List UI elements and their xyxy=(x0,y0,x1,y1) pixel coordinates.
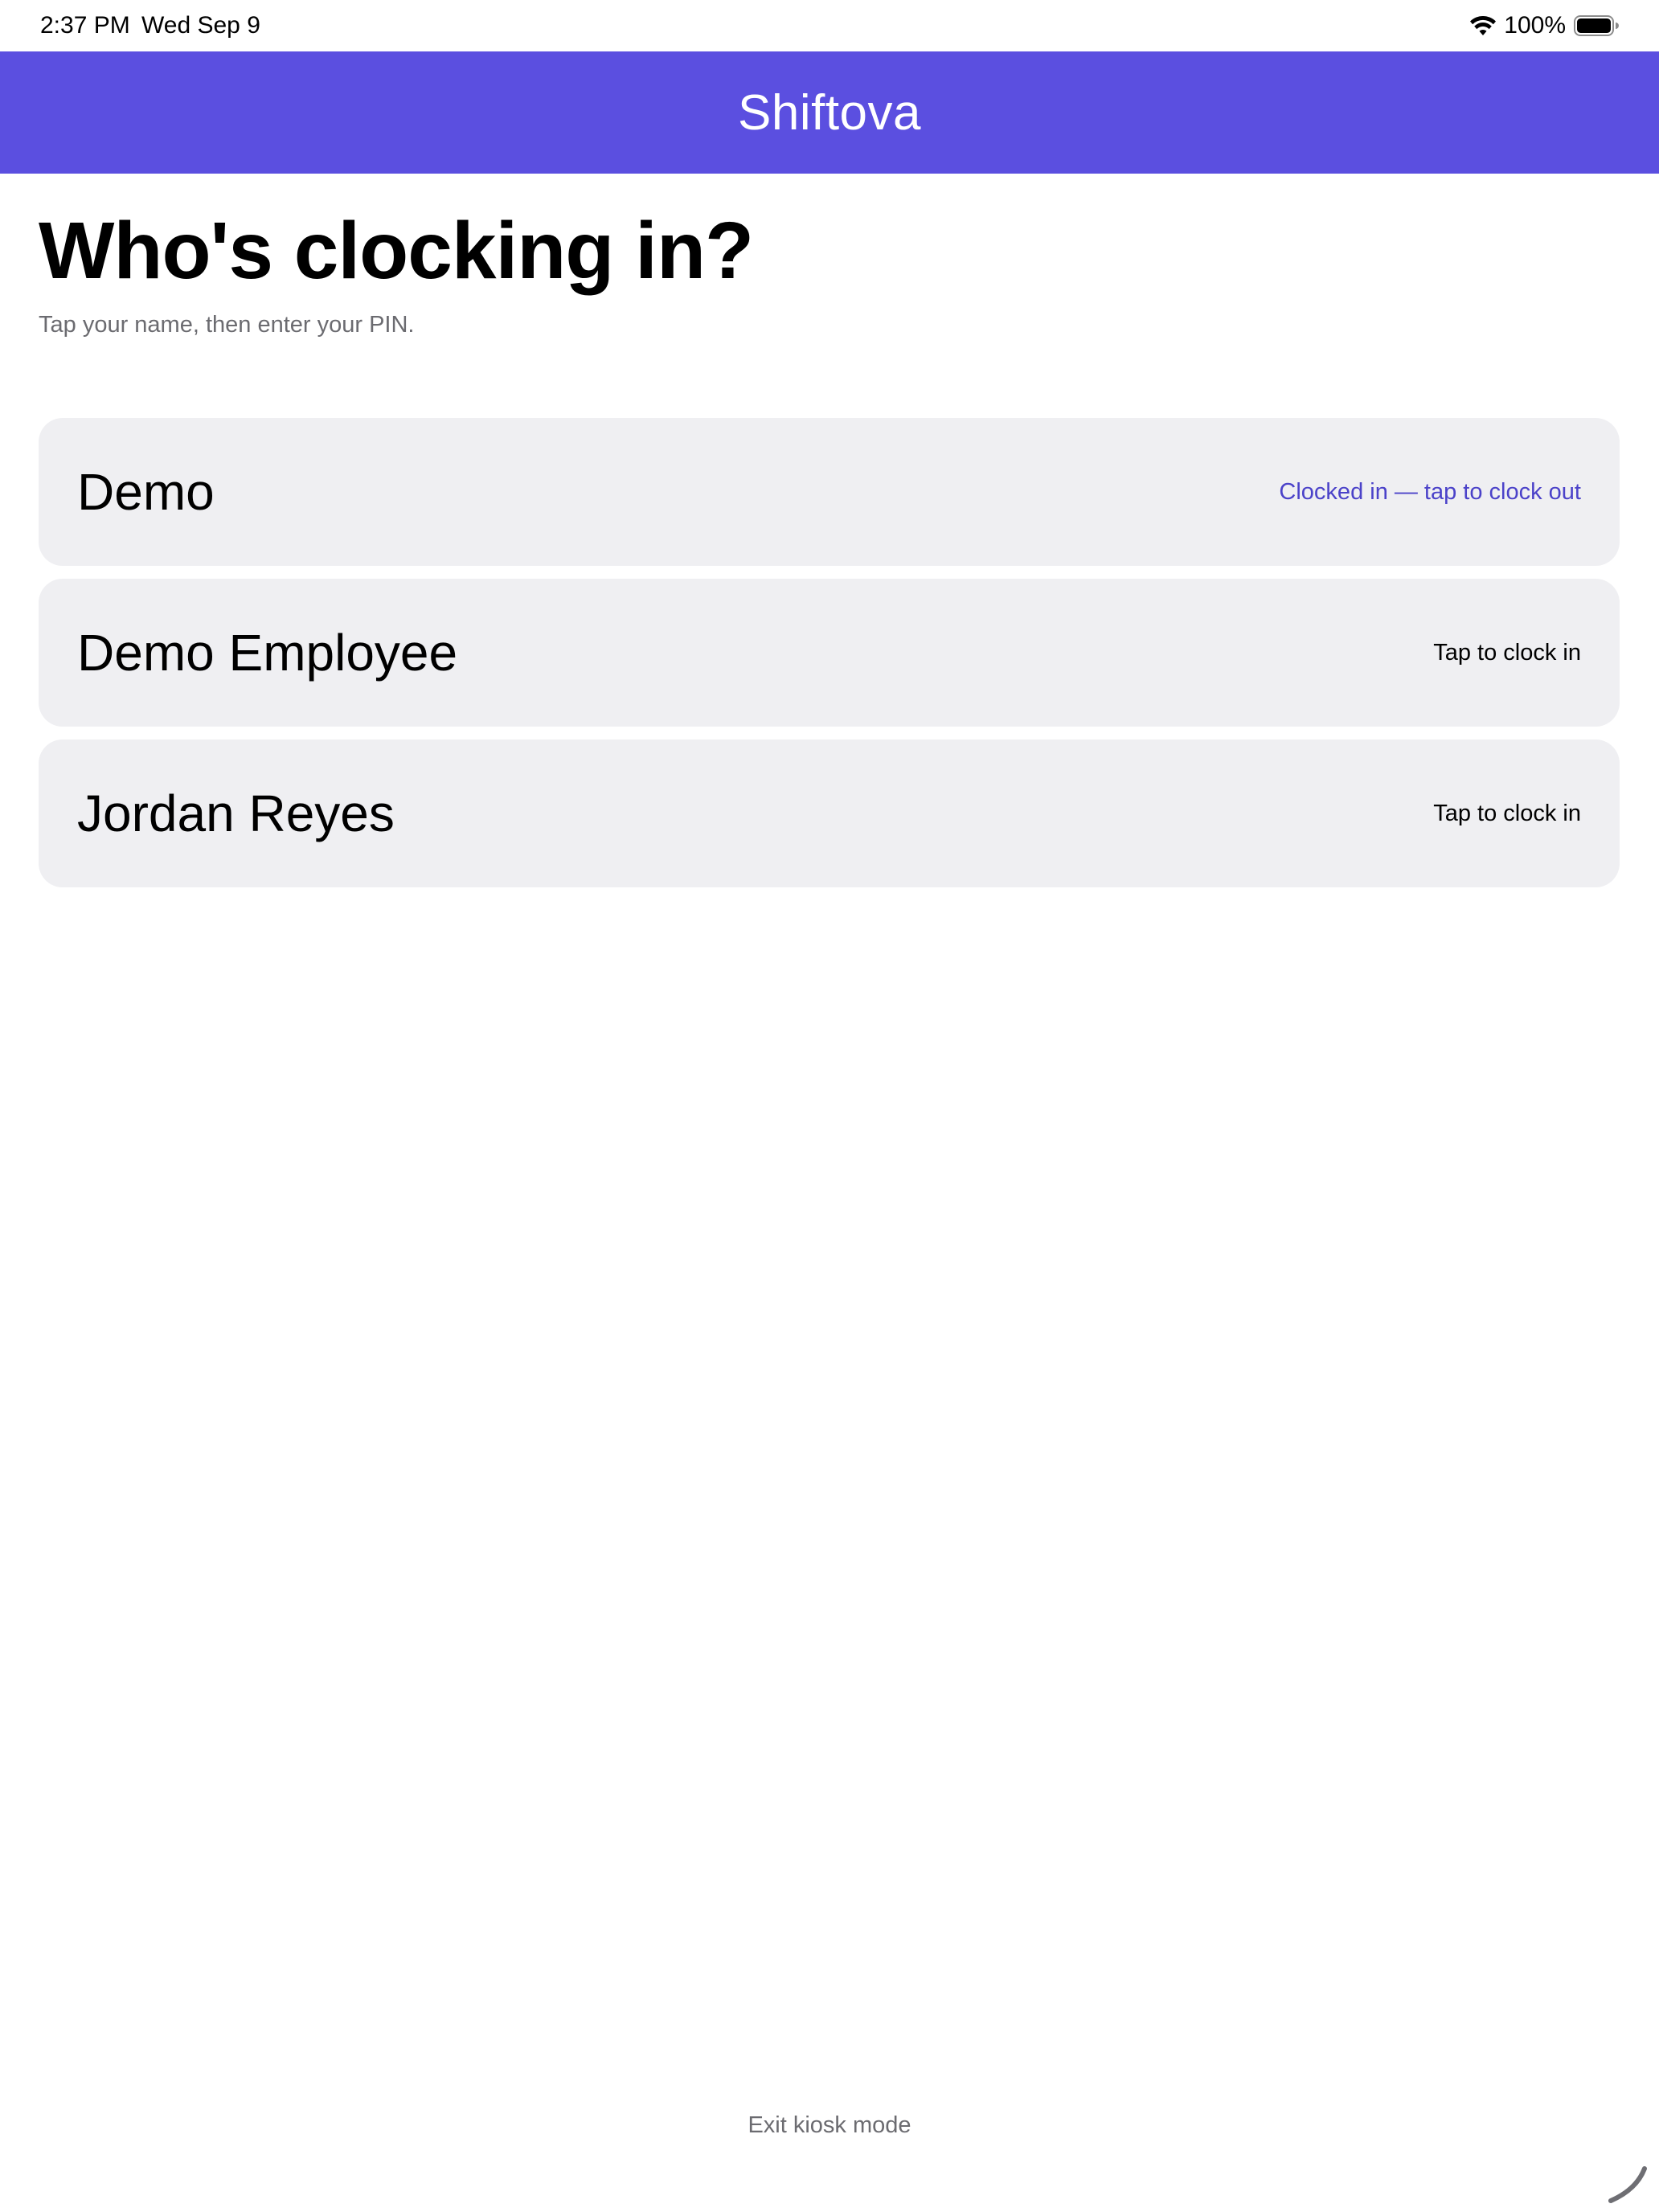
employee-list: Demo Clocked in — tap to clock out Demo … xyxy=(39,418,1620,900)
battery-icon xyxy=(1574,15,1619,36)
status-time: 2:37 PM xyxy=(40,12,130,39)
app-header: Shiftova xyxy=(0,51,1659,174)
page-subtitle: Tap your name, then enter your PIN. xyxy=(39,312,415,338)
corner-gesture-indicator xyxy=(1608,2166,1647,2203)
employee-name: Demo Employee xyxy=(77,624,458,682)
kiosk-screen: 2:37 PM Wed Sep 9 100% Shiftova Who's cl… xyxy=(0,0,1659,2212)
status-bar: 2:37 PM Wed Sep 9 100% xyxy=(0,0,1659,51)
employee-card-demo[interactable]: Demo Clocked in — tap to clock out xyxy=(39,418,1620,566)
status-date: Wed Sep 9 xyxy=(141,12,260,39)
wifi-icon xyxy=(1470,15,1497,35)
employee-card-demo-employee[interactable]: Demo Employee Tap to clock in xyxy=(39,579,1620,727)
status-indicators: 100% xyxy=(1470,11,1619,40)
employee-status: Tap to clock in xyxy=(1433,639,1581,666)
app-title: Shiftova xyxy=(737,84,922,141)
employee-card-jordan-reyes[interactable]: Jordan Reyes Tap to clock in xyxy=(39,739,1620,887)
employee-status: Tap to clock in xyxy=(1433,800,1581,826)
employee-name: Jordan Reyes xyxy=(77,784,395,842)
exit-kiosk-button[interactable]: Exit kiosk mode xyxy=(0,2109,1659,2141)
employee-status: Clocked in — tap to clock out xyxy=(1279,478,1581,505)
page-title: Who's clocking in? xyxy=(39,206,754,296)
employee-name: Demo xyxy=(77,463,215,521)
battery-percent: 100% xyxy=(1504,12,1566,39)
